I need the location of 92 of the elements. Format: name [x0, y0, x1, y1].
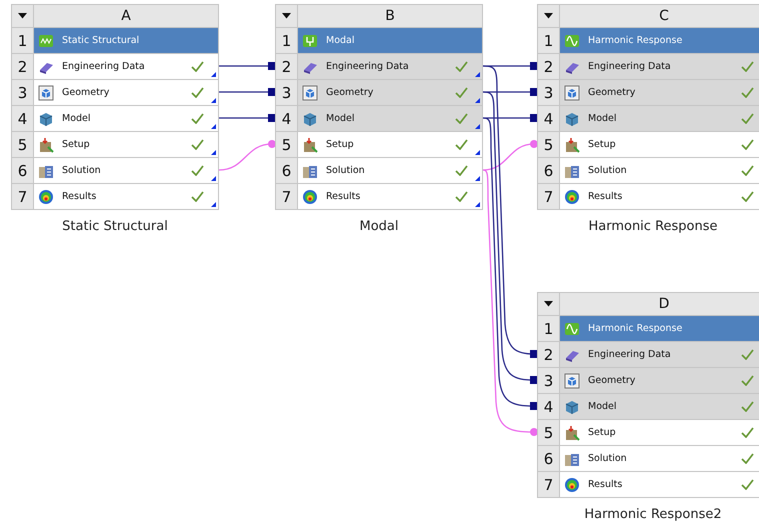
corner-triangle-icon — [211, 124, 216, 129]
component-cell[interactable]: Setup — [560, 132, 759, 157]
row-number: 5 — [276, 132, 297, 157]
component-cell[interactable]: Results — [560, 184, 759, 209]
corner-triangle-icon — [211, 72, 216, 77]
component-cell[interactable]: Setup — [34, 132, 218, 157]
dropdown-button[interactable] — [12, 5, 33, 27]
geometry-icon — [564, 84, 580, 100]
corner-triangle-icon — [475, 98, 480, 103]
row-number: 2 — [12, 54, 33, 79]
component-cell[interactable]: Geometry — [560, 80, 759, 105]
system-name[interactable]: Static Structural — [11, 219, 219, 234]
row-number: 6 — [538, 446, 559, 471]
component-cell[interactable]: Model — [298, 106, 482, 131]
component-cell[interactable]: Solution — [560, 158, 759, 183]
dropdown-button[interactable] — [538, 5, 559, 27]
corner-triangle-icon — [475, 124, 480, 129]
row-number: 7 — [538, 184, 559, 209]
dropdown-icon — [544, 301, 553, 307]
row-number: 5 — [538, 420, 559, 445]
row-number: 6 — [538, 158, 559, 183]
component-cell[interactable]: Solution — [298, 158, 482, 183]
system-name[interactable]: Harmonic Response — [537, 219, 759, 234]
row-number: 7 — [12, 184, 33, 209]
row-number: 4 — [276, 106, 297, 131]
row-number: 1 — [276, 28, 297, 53]
component-cell[interactable]: Solution — [34, 158, 218, 183]
corner-triangle-icon — [211, 98, 216, 103]
model-icon — [302, 110, 318, 126]
column-header: A — [34, 5, 218, 27]
system-name[interactable]: Harmonic Response2 — [537, 507, 759, 522]
model-icon — [564, 398, 580, 414]
component-cell[interactable]: Setup — [560, 420, 759, 445]
column-header: B — [298, 5, 482, 27]
component-cell[interactable]: Model — [560, 106, 759, 131]
component-cell[interactable]: Results — [298, 184, 482, 209]
column-header: C — [560, 5, 759, 27]
row-number: 7 — [276, 184, 297, 209]
corner-triangle-icon — [475, 150, 480, 155]
corner-triangle-icon — [211, 176, 216, 181]
component-cell[interactable]: Model — [34, 106, 218, 131]
row-number: 4 — [538, 394, 559, 419]
corner-triangle-icon — [475, 202, 480, 207]
component-cell[interactable]: Geometry — [560, 368, 759, 393]
system-title-cell[interactable]: Static Structural — [34, 28, 218, 53]
system-name[interactable]: Modal — [275, 219, 483, 234]
row-number: 6 — [12, 158, 33, 183]
row-number: 4 — [12, 106, 33, 131]
row-number: 3 — [12, 80, 33, 105]
component-cell[interactable]: Engineering Data — [560, 342, 759, 367]
column-header: D — [560, 293, 759, 315]
component-cell[interactable]: Model — [560, 394, 759, 419]
component-cell[interactable]: Setup — [298, 132, 482, 157]
row-number: 4 — [538, 106, 559, 131]
dropdown-icon — [544, 13, 553, 19]
row-number: 3 — [276, 80, 297, 105]
dropdown-icon — [282, 13, 291, 19]
component-cell[interactable]: Geometry — [298, 80, 482, 105]
corner-triangle-icon — [211, 150, 216, 155]
corner-triangle-icon — [475, 72, 480, 77]
geometry-icon — [38, 84, 54, 100]
component-cell[interactable]: Solution — [560, 446, 759, 471]
system-title-cell[interactable]: Harmonic Response — [560, 316, 759, 341]
component-cell[interactable]: Geometry — [34, 80, 218, 105]
dropdown-icon — [18, 13, 27, 19]
row-number: 5 — [538, 132, 559, 157]
row-number: 1 — [12, 28, 33, 53]
system-title-cell[interactable]: Modal — [298, 28, 482, 53]
row-number: 5 — [12, 132, 33, 157]
row-number: 7 — [538, 472, 559, 497]
row-number: 6 — [276, 158, 297, 183]
component-cell[interactable]: Engineering Data — [560, 54, 759, 79]
geometry-icon — [302, 84, 318, 100]
component-cell[interactable]: Results — [560, 472, 759, 497]
row-number: 1 — [538, 28, 559, 53]
row-number: 3 — [538, 80, 559, 105]
component-cell[interactable]: Engineering Data — [34, 54, 218, 79]
row-number: 1 — [538, 316, 559, 341]
dropdown-button[interactable] — [276, 5, 297, 27]
row-number: 2 — [538, 54, 559, 79]
corner-triangle-icon — [211, 202, 216, 207]
dropdown-button[interactable] — [538, 293, 559, 315]
row-number: 2 — [276, 54, 297, 79]
component-cell[interactable]: Engineering Data — [298, 54, 482, 79]
system-title-cell[interactable]: Harmonic Response — [560, 28, 759, 53]
model-icon — [564, 110, 580, 126]
geometry-icon — [564, 372, 580, 388]
corner-triangle-icon — [475, 176, 480, 181]
row-number: 2 — [538, 342, 559, 367]
row-number: 3 — [538, 368, 559, 393]
model-icon — [38, 110, 54, 126]
component-cell[interactable]: Results — [34, 184, 218, 209]
